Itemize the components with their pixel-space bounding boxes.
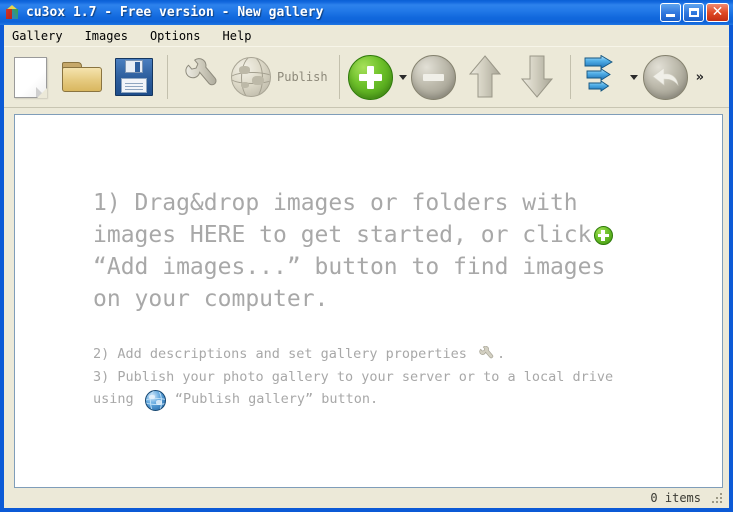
remove-images-button[interactable] — [409, 48, 459, 106]
batch-process-dropdown-caret[interactable] — [629, 74, 638, 80]
hint-step-3-rest: “Publish gallery” button. — [174, 391, 379, 407]
save-gallery-button[interactable] — [108, 48, 160, 106]
publish-label: Publish — [277, 70, 328, 84]
toolbar-separator — [167, 55, 168, 99]
open-gallery-button[interactable] — [56, 48, 108, 106]
menu-bar: Gallery Images Options Help — [4, 25, 729, 46]
maximize-icon — [688, 8, 699, 17]
add-images-button[interactable] — [347, 48, 395, 106]
move-up-button[interactable] — [459, 48, 511, 106]
hint-step-2: 2) Add descriptions and set gallery prop… — [93, 342, 693, 366]
green-plus-icon — [348, 54, 394, 100]
move-down-button[interactable] — [511, 48, 563, 106]
status-bar: 0 items — [4, 488, 729, 508]
application-window: cu3ox 1.7 - Free version - New gallery ✕… — [0, 0, 733, 512]
window-controls: ✕ — [660, 3, 733, 22]
hint-line-3: “Add images...” button to find images — [93, 254, 606, 280]
add-images-dropdown-caret[interactable] — [398, 74, 407, 80]
close-button[interactable]: ✕ — [706, 3, 729, 22]
gray-minus-icon — [411, 54, 457, 100]
minimize-button[interactable] — [660, 3, 681, 22]
menu-item-gallery[interactable]: Gallery — [12, 27, 72, 45]
menu-item-images[interactable]: Images — [85, 27, 137, 45]
toolbar-separator — [569, 55, 571, 99]
hint-step-3: 3) Publish your photo gallery to your se… — [93, 366, 693, 411]
gallery-drop-area[interactable]: 1) Drag&drop images or folders with imag… — [14, 114, 723, 488]
steps-hint: 2) Add descriptions and set gallery prop… — [93, 342, 693, 411]
toolbar: Publish » — [4, 46, 729, 108]
toolbar-separator — [338, 55, 340, 99]
globe-icon — [231, 57, 271, 97]
title-bar: cu3ox 1.7 - Free version - New gallery ✕ — [0, 0, 733, 25]
minimize-icon — [666, 14, 675, 17]
green-plus-icon — [593, 226, 613, 245]
arrow-up-icon — [468, 54, 502, 100]
menu-item-help[interactable]: Help — [223, 27, 261, 45]
resize-grip[interactable] — [711, 492, 723, 504]
maximize-button[interactable] — [683, 3, 704, 22]
blue-arrows-icon — [581, 55, 623, 99]
toolbar-overflow-button[interactable]: » — [696, 70, 704, 85]
hint-step-2-period: . — [497, 346, 506, 362]
hint-step-3-line-b: using “Publish gallery” button. — [93, 388, 693, 411]
hint-line-4: on your computer. — [93, 286, 329, 312]
hint-step-3-line-a: 3) Publish your photo gallery to your se… — [93, 369, 614, 385]
open-folder-icon — [62, 61, 102, 93]
publish-gallery-button[interactable]: Publish — [227, 48, 332, 106]
cube-icon — [4, 4, 21, 21]
item-count-label: 0 items — [650, 491, 701, 505]
hint-line-1: 1) Drag&drop images or folders with — [93, 190, 578, 216]
hint-step-2-text: 2) Add descriptions and set gallery prop… — [93, 346, 467, 362]
hint-line-2-text: images HERE to get started, or click — [93, 222, 592, 248]
wrench-icon — [477, 345, 495, 362]
hint-line-2: images HERE to get started, or click — [93, 219, 673, 251]
new-gallery-button[interactable] — [4, 48, 56, 106]
globe-icon — [144, 389, 166, 411]
getting-started-hint: 1) Drag&drop images or folders with imag… — [93, 187, 673, 315]
new-document-icon — [13, 56, 47, 98]
arrow-down-icon — [520, 54, 554, 100]
gallery-properties-button[interactable] — [175, 48, 227, 106]
window-title: cu3ox 1.7 - Free version - New gallery — [26, 5, 324, 20]
hint-step-3-using: using — [93, 391, 134, 407]
undo-button[interactable] — [640, 48, 692, 106]
undo-arrow-icon — [643, 54, 689, 100]
close-icon: ✕ — [711, 4, 724, 20]
batch-process-button[interactable] — [578, 48, 626, 106]
wrench-icon — [181, 57, 221, 97]
floppy-disk-icon — [115, 58, 153, 96]
menu-item-options[interactable]: Options — [150, 27, 210, 45]
